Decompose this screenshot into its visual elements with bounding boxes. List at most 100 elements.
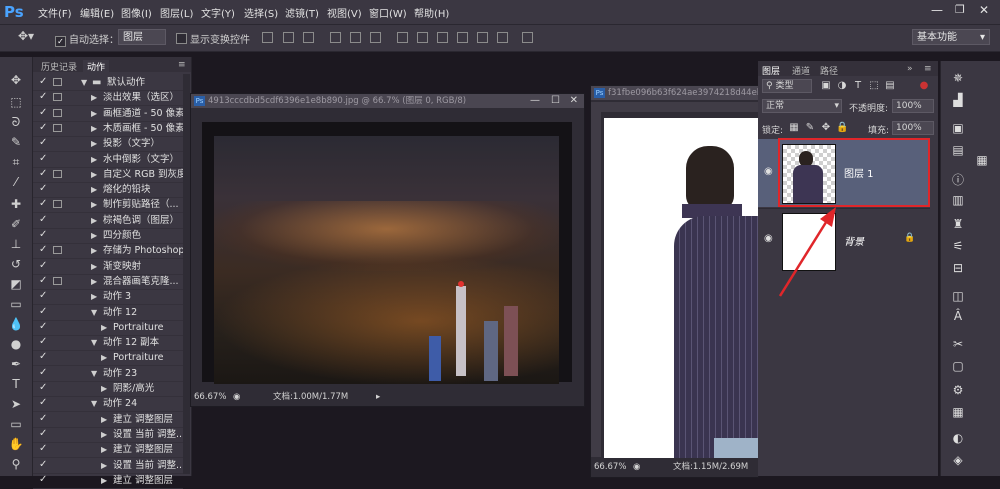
- swatches-icon[interactable]: ▦: [949, 405, 967, 419]
- expand-down-icon[interactable]: ▼: [81, 75, 87, 90]
- zoom-level[interactable]: 66.67%: [594, 460, 626, 474]
- action-row[interactable]: ✓ ▶ 混合器画笔克隆...: [33, 274, 183, 290]
- expand-right-icon[interactable]: ▶: [91, 121, 97, 136]
- eyedropper-tool-icon[interactable]: ⁄: [7, 173, 25, 191]
- timeline-icon[interactable]: ◫: [949, 289, 967, 303]
- expand-right-icon[interactable]: ▶: [91, 197, 97, 212]
- distribute-top-icon[interactable]: [397, 32, 408, 43]
- toggle-check-icon[interactable]: ✓: [39, 290, 47, 301]
- action-row[interactable]: ✓ ▶ 设置 当前 调整...: [33, 427, 183, 443]
- toggle-check-icon[interactable]: ✓: [39, 91, 47, 102]
- toggle-check-icon[interactable]: ✓: [39, 336, 47, 347]
- toggle-check-icon[interactable]: ✓: [39, 397, 47, 408]
- toggle-check-icon[interactable]: ✓: [39, 153, 47, 164]
- close-icon[interactable]: ✕: [979, 3, 989, 17]
- move-tool-icon[interactable]: ✥: [7, 71, 25, 89]
- blur-tool-icon[interactable]: 💧: [7, 315, 25, 333]
- action-row[interactable]: ✓ ▶ 设置 当前 调整...: [33, 458, 183, 474]
- filter-adjustment-icon[interactable]: ◑: [836, 80, 848, 92]
- restore-icon[interactable]: ❐: [955, 3, 965, 16]
- distribute-left-icon[interactable]: [457, 32, 468, 43]
- toggle-check-icon[interactable]: ✓: [39, 183, 47, 194]
- tab-channels[interactable]: 通道: [792, 64, 810, 77]
- toggle-check-icon[interactable]: ✓: [39, 168, 47, 179]
- toggle-check-icon[interactable]: ✓: [39, 122, 47, 133]
- menu-select[interactable]: 选择(S): [244, 5, 278, 20]
- action-row[interactable]: ✓ ▶ Portraiture: [33, 320, 183, 336]
- toggle-check-icon[interactable]: ✓: [39, 306, 47, 317]
- zoom-tool-icon[interactable]: ⚲: [7, 455, 25, 473]
- type-settings-icon[interactable]: Â: [949, 309, 967, 323]
- align-bottom-icon[interactable]: [303, 32, 314, 43]
- dialog-toggle-icon[interactable]: [53, 169, 62, 178]
- align-vcenter-icon[interactable]: [283, 32, 294, 43]
- path-select-icon[interactable]: ➤: [7, 395, 25, 413]
- action-row[interactable]: ✓ ▼ ▬ 默认动作: [33, 75, 183, 91]
- healing-brush-icon[interactable]: ✚: [7, 195, 25, 213]
- auto-select-dropdown[interactable]: 图层: [118, 29, 166, 45]
- align-hcenter-icon[interactable]: [350, 32, 361, 43]
- menu-help[interactable]: 帮助(H): [414, 5, 449, 20]
- toggle-check-icon[interactable]: ✓: [39, 229, 47, 240]
- eye-icon[interactable]: ◉: [764, 166, 773, 177]
- expand-right-icon[interactable]: ▶: [101, 442, 107, 457]
- dialog-toggle-icon[interactable]: [53, 93, 62, 102]
- tools-icon[interactable]: ✂: [949, 337, 967, 351]
- action-row[interactable]: ✓ ▶ 四分颜色: [33, 228, 183, 244]
- action-row[interactable]: ✓ ▼ 动作 12: [33, 305, 183, 321]
- align-right-icon[interactable]: [370, 32, 381, 43]
- workspace-dropdown[interactable]: 基本功能 ▾: [912, 29, 990, 45]
- action-row[interactable]: ✓ ▶ 木质画框 - 50 像素: [33, 121, 183, 137]
- toggle-check-icon[interactable]: ✓: [39, 459, 47, 470]
- gradient-tool-icon[interactable]: ▭: [7, 295, 25, 313]
- menu-type[interactable]: 文字(Y): [201, 5, 235, 20]
- expand-right-icon[interactable]: ▶: [91, 90, 97, 105]
- toggle-check-icon[interactable]: ✓: [39, 244, 47, 255]
- action-row[interactable]: ✓ ▶ 淡出效果（选区）: [33, 90, 183, 107]
- action-row[interactable]: ✓ ▼ 动作 23: [33, 366, 183, 382]
- dialog-toggle-icon[interactable]: [53, 108, 62, 117]
- status-arrow-icon[interactable]: ▸: [376, 390, 380, 404]
- toggle-check-icon[interactable]: ✓: [39, 275, 47, 286]
- show-transform-checkbox[interactable]: 显示变换控件: [176, 31, 250, 46]
- histogram-icon[interactable]: ▟: [949, 93, 967, 107]
- align-top-icon[interactable]: [262, 32, 273, 43]
- expand-right-icon[interactable]: ▶: [101, 427, 107, 442]
- adjustments-icon[interactable]: ▤: [949, 143, 967, 157]
- zoom-level[interactable]: 66.67%: [194, 390, 226, 404]
- color-icon[interactable]: ◐: [949, 431, 967, 445]
- clone-source-icon[interactable]: ⊟: [949, 261, 967, 275]
- filter-type-icon[interactable]: T: [852, 80, 864, 92]
- action-row[interactable]: ✓ ▶ 建立 调整图层: [33, 412, 183, 428]
- expand-right-icon[interactable]: ▶: [101, 320, 107, 335]
- action-row[interactable]: ✓ ▶ 渐变映射: [33, 259, 183, 275]
- tab-paths[interactable]: 路径: [820, 64, 838, 77]
- action-row[interactable]: ✓ ▶ 动作 3: [33, 289, 183, 306]
- expand-right-icon[interactable]: ▶: [91, 182, 97, 197]
- action-row[interactable]: ✓ ▶ 自定义 RGB 到灰度: [33, 167, 183, 183]
- pen-tool-icon[interactable]: ✒: [7, 355, 25, 373]
- toggle-check-icon[interactable]: ✓: [39, 351, 47, 362]
- expand-right-icon[interactable]: ▶: [91, 106, 97, 121]
- toggle-check-icon[interactable]: ✓: [39, 321, 47, 332]
- dialog-toggle-icon[interactable]: [53, 123, 62, 132]
- filter-smart-object-icon[interactable]: ▤: [884, 80, 896, 92]
- minimize-icon[interactable]: —: [931, 3, 943, 17]
- menu-edit[interactable]: 编辑(E): [80, 5, 114, 20]
- toggle-check-icon[interactable]: ✓: [39, 443, 47, 454]
- filter-pixel-icon[interactable]: ▣: [820, 80, 832, 92]
- dialog-toggle-icon[interactable]: [53, 276, 62, 285]
- auto-select-checkbox[interactable]: ✓ 自动选择：: [55, 31, 119, 47]
- action-row[interactable]: ✓ ▶ 制作剪贴路径（...: [33, 197, 183, 214]
- brush-tool-icon[interactable]: ✐: [7, 215, 25, 233]
- auto-align-icon[interactable]: [522, 32, 533, 43]
- panel-menu-icon[interactable]: ≡: [924, 64, 932, 74]
- action-row[interactable]: ✓ ▶ 投影（文字）: [33, 136, 183, 153]
- action-row[interactable]: ✓ ▶ Portraiture: [33, 350, 183, 367]
- expand-right-icon[interactable]: ▶: [101, 458, 107, 473]
- dialog-toggle-icon[interactable]: [53, 78, 62, 86]
- expand-right-icon[interactable]: ▶: [91, 136, 97, 151]
- lock-all-icon[interactable]: 🔒: [836, 122, 848, 134]
- expand-right-icon[interactable]: ▶: [91, 289, 97, 304]
- clone-stamp-icon[interactable]: ⊥: [7, 235, 25, 253]
